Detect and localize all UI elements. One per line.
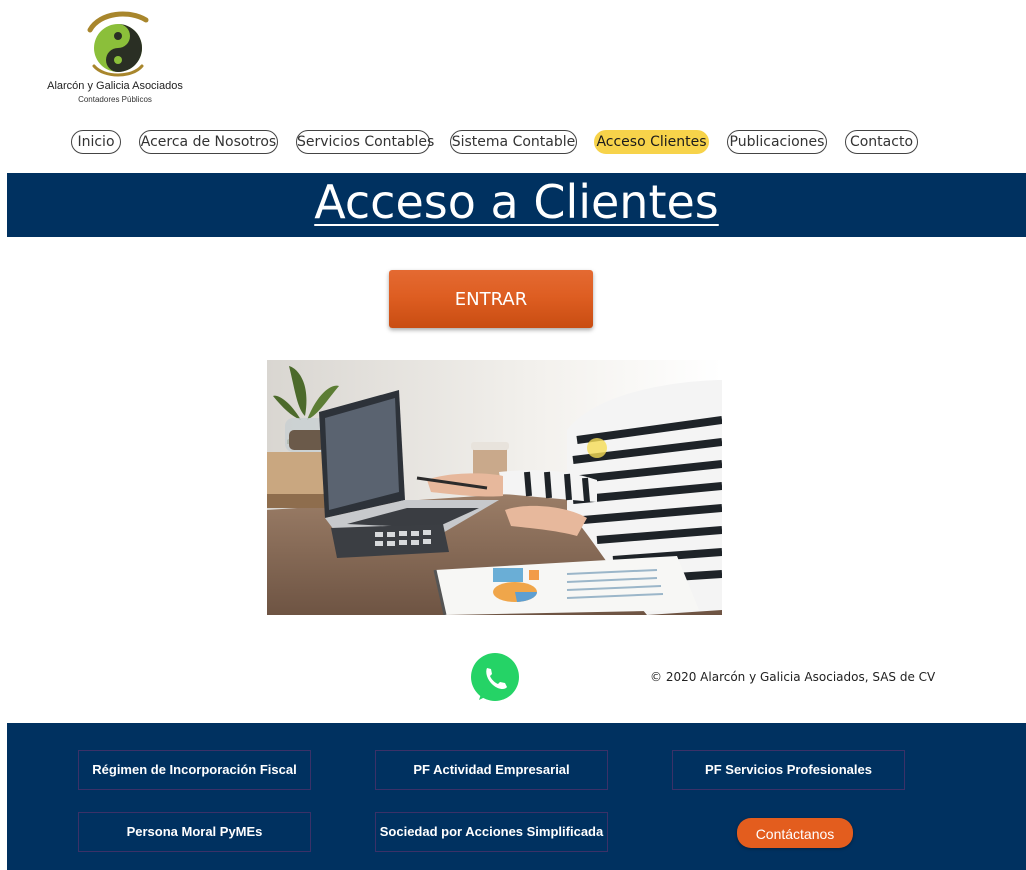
footer: Régimen de Incorporación Fiscal PF Activ… xyxy=(7,723,1026,870)
hero-image xyxy=(267,360,722,615)
nav-item-inicio[interactable]: Inicio xyxy=(71,130,121,154)
nav-item-acceso-clientes[interactable]: Acceso Clientes xyxy=(594,130,709,154)
nav-item-sistema[interactable]: Sistema Contable xyxy=(450,130,577,154)
enter-button[interactable]: ENTRAR xyxy=(389,270,593,328)
brand-name: Alarcón y Galicia Asociados xyxy=(47,80,183,92)
page-title: Acceso a Clientes xyxy=(314,175,719,229)
whatsapp-icon[interactable] xyxy=(469,652,521,704)
nav-item-contacto[interactable]: Contacto xyxy=(845,130,918,154)
contact-button[interactable]: Contáctanos xyxy=(737,818,853,848)
main-nav: Inicio Acerca de Nosotros Servicios Cont… xyxy=(0,130,1026,156)
title-band: Acceso a Clientes xyxy=(7,173,1026,237)
yin-yang-logo-icon xyxy=(87,11,149,77)
footer-link-persona-moral[interactable]: Persona Moral PyMEs xyxy=(78,812,311,852)
footer-link-pf-servicios[interactable]: PF Servicios Profesionales xyxy=(672,750,905,790)
nav-item-acerca[interactable]: Acerca de Nosotros xyxy=(139,130,278,154)
footer-link-pf-actividad[interactable]: PF Actividad Empresarial xyxy=(375,750,608,790)
footer-link-rif[interactable]: Régimen de Incorporación Fiscal xyxy=(78,750,311,790)
nav-item-publicaciones[interactable]: Publicaciones xyxy=(727,130,827,154)
copyright-text: © 2020 Alarcón y Galicia Asociados, SAS … xyxy=(650,670,936,684)
brand-tagline: Contadores Públicos xyxy=(78,95,152,104)
nav-item-servicios[interactable]: Servicios Contables xyxy=(296,130,434,154)
footer-link-sas[interactable]: Sociedad por Acciones Simplificada xyxy=(375,812,608,852)
company-logo[interactable]: Alarcón y Galicia Asociados Contadores P… xyxy=(40,8,190,108)
